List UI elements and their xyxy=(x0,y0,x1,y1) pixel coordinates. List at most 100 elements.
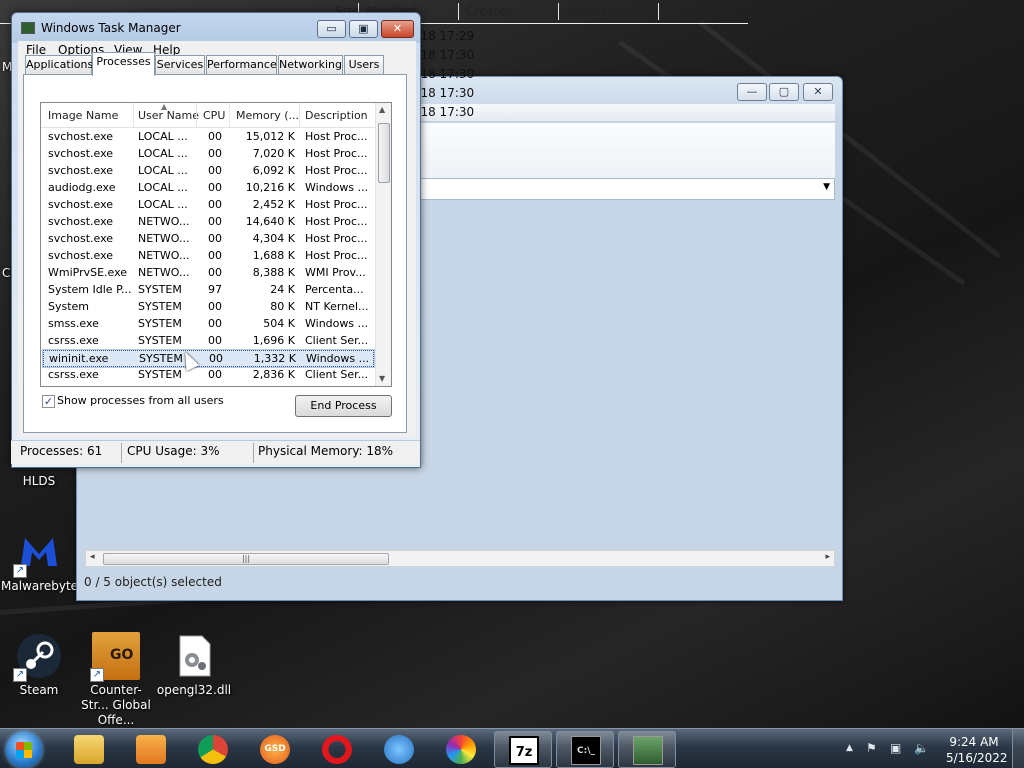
process-cpu: 00 xyxy=(208,164,222,177)
show-all-users-checkbox[interactable]: ✓ xyxy=(42,395,55,408)
taskbar-gsd-button[interactable]: GSD xyxy=(246,731,304,768)
volume-icon[interactable]: 🔈 xyxy=(914,741,929,755)
process-row[interactable]: WmiPrvSE.exe NETWO... 00 8,388 K WMI Prov... xyxy=(43,265,374,282)
desktop-icon-hlds[interactable]: HLDS xyxy=(1,474,77,489)
tab-applications[interactable]: Applications xyxy=(25,55,93,74)
desktop-icon-opengl[interactable]: opengl32.dll xyxy=(156,632,232,698)
process-row[interactable]: svchost.exe LOCAL ... 00 2,452 K Host Proc..… xyxy=(43,197,374,214)
explorer-command-area xyxy=(420,123,835,178)
process-user: LOCAL ... xyxy=(138,164,188,177)
column-image-name[interactable]: Image Name xyxy=(48,109,118,122)
desktop-icon-steam[interactable]: ↗ Steam xyxy=(1,632,77,698)
minimize-button[interactable]: ▭ xyxy=(317,20,346,38)
task-manager-status-bar: Processes: 61 CPU Usage: 3% Physical Mem… xyxy=(11,440,420,464)
process-row[interactable]: csrss.exe SYSTEM 00 1,696 K Client Ser... xyxy=(43,333,374,350)
desktop-icon-csgo[interactable]: GO ↗ Counter-Str... Global Offe... xyxy=(78,632,154,728)
start-button[interactable] xyxy=(6,732,42,768)
process-row[interactable]: svchost.exe LOCAL ... 00 15,012 K Host Proc.… xyxy=(43,129,374,146)
process-row[interactable]: svchost.exe LOCAL ... 00 7,020 K Host Proc..… xyxy=(43,146,374,163)
taskbar-7zip-button[interactable]: 7z xyxy=(494,731,552,768)
taskbar-opera-button[interactable] xyxy=(308,731,366,768)
process-cpu: 00 xyxy=(209,352,223,365)
taskbar-colorwheel-button[interactable] xyxy=(432,731,490,768)
taskbar-chrome-button[interactable] xyxy=(184,731,242,768)
taskbar-taskmgr-button[interactable] xyxy=(618,731,676,768)
taskbar-ie-store-button[interactable] xyxy=(370,731,428,768)
taskbar-explorer-button[interactable] xyxy=(60,731,118,768)
show-desktop-button[interactable] xyxy=(1012,729,1024,768)
process-row-selected[interactable]: wininit.exe SYSTEM 00 1,332 K Windows ... xyxy=(42,349,375,368)
tab-networking[interactable]: Networking xyxy=(278,55,343,74)
process-cpu: 00 xyxy=(208,266,222,279)
action-center-flag-icon[interactable]: ⚑ xyxy=(866,741,877,755)
column-divider xyxy=(229,103,230,128)
column-attribute[interactable]: Attribute xyxy=(702,4,755,18)
explorer-maximize-button[interactable]: ▢ xyxy=(769,83,799,101)
process-name: wininit.exe xyxy=(49,352,109,365)
process-row[interactable]: System SYSTEM 00 80 K NT Kernel... xyxy=(43,299,374,316)
tab-processes[interactable]: Processes xyxy=(92,52,155,76)
scroll-thumb[interactable]: ||| xyxy=(103,553,389,565)
tray-expand-icon[interactable]: ▲ xyxy=(846,743,853,753)
process-row[interactable]: svchost.exe NETWO... 00 1,688 K Host Proc... xyxy=(43,248,374,265)
process-cpu: 00 xyxy=(208,198,222,211)
explorer-path-dropdown[interactable]: ▼ xyxy=(420,178,835,200)
process-cpu: 00 xyxy=(208,334,222,347)
opengl-label: opengl32.dll xyxy=(156,683,232,697)
scroll-left-icon[interactable]: ◂ xyxy=(90,552,95,562)
column-user-name[interactable]: User Name xyxy=(138,109,199,122)
process-desc: Windows ... xyxy=(305,181,369,194)
process-mem: 80 K xyxy=(270,300,295,313)
maximize-button[interactable]: ▣ xyxy=(349,20,378,38)
process-name: smss.exe xyxy=(48,317,99,330)
7zip-icon: 7z xyxy=(509,736,539,765)
column-accessed[interactable]: Accessed xyxy=(566,4,622,18)
column-description[interactable]: Description xyxy=(305,109,368,122)
process-list[interactable]: ▲ Image Name User Name CPU Memory (... D… xyxy=(40,102,392,387)
process-user: LOCAL ... xyxy=(138,130,188,143)
scroll-thumb[interactable] xyxy=(378,123,390,183)
task-manager-app-icon xyxy=(21,22,35,34)
scroll-right-icon[interactable]: ▸ xyxy=(825,552,830,562)
process-row[interactable]: svchost.exe NETWO... 00 4,304 K Host Proc... xyxy=(43,231,374,248)
tab-users[interactable]: Users xyxy=(344,55,384,74)
process-list-scrollbar[interactable]: ▲ ▼ xyxy=(375,103,391,386)
system-clock[interactable]: 9:24 AM 5/16/2022 xyxy=(946,734,1008,766)
process-row[interactable]: smss.exe SYSTEM 00 504 K Windows ... xyxy=(43,316,374,333)
process-row[interactable]: svchost.exe NETWO... 00 14,640 K Host Proc..… xyxy=(43,214,374,231)
clock-date: 5/16/2022 xyxy=(946,751,1008,765)
process-name: csrss.exe xyxy=(48,368,99,381)
process-user: LOCAL ... xyxy=(138,181,188,194)
column-created[interactable]: Created xyxy=(466,4,514,18)
close-button[interactable]: ✕ xyxy=(381,20,414,38)
desktop-icon-malwarebytes[interactable]: ↗ Malwarebytes xyxy=(1,528,84,594)
taskbar-cmd-button[interactable]: C:\_ xyxy=(556,731,614,768)
process-user: LOCAL ... xyxy=(138,198,188,211)
process-row[interactable]: audiodg.exe LOCAL ... 00 10,216 K Windows ..… xyxy=(43,180,374,197)
taskbar-media-button[interactable] xyxy=(122,731,180,768)
process-mem: 504 K xyxy=(263,317,295,330)
column-divider xyxy=(299,103,300,128)
explorer-close-button[interactable]: ✕ xyxy=(803,83,833,101)
process-row[interactable]: System Idle P... SYSTEM 97 24 K Percenta... xyxy=(43,282,374,299)
end-process-button[interactable]: End Process xyxy=(295,395,392,417)
process-name: System Idle P... xyxy=(48,283,132,296)
steam-label: Steam xyxy=(19,683,59,697)
process-name: WmiPrvSE.exe xyxy=(48,266,128,279)
process-desc: Host Proc... xyxy=(305,164,368,177)
process-row[interactable]: csrss.exe SYSTEM 00 2,836 K Client Ser... xyxy=(43,367,374,384)
process-user: LOCAL ... xyxy=(138,147,188,160)
process-name: audiodg.exe xyxy=(48,181,116,194)
scroll-up-icon[interactable]: ▲ xyxy=(379,105,385,114)
csgo-icon: GO ↗ xyxy=(90,632,140,682)
scroll-down-icon[interactable]: ▼ xyxy=(379,374,385,383)
process-row[interactable]: svchost.exe LOCAL ... 00 6,092 K Host Proc..… xyxy=(43,163,374,180)
explorer-horizontal-scrollbar[interactable]: ◂ ||| ▸ xyxy=(85,550,835,567)
network-icon[interactable]: ▣ xyxy=(890,741,901,755)
tab-performance[interactable]: Performance xyxy=(206,55,277,74)
explorer-status-text: 0 / 5 object(s) selected xyxy=(84,575,222,589)
column-cpu[interactable]: CPU xyxy=(203,109,225,122)
tab-services[interactable]: Services xyxy=(155,55,205,74)
column-memory[interactable]: Memory (... xyxy=(236,109,299,122)
chevron-down-icon: ▼ xyxy=(823,182,830,192)
